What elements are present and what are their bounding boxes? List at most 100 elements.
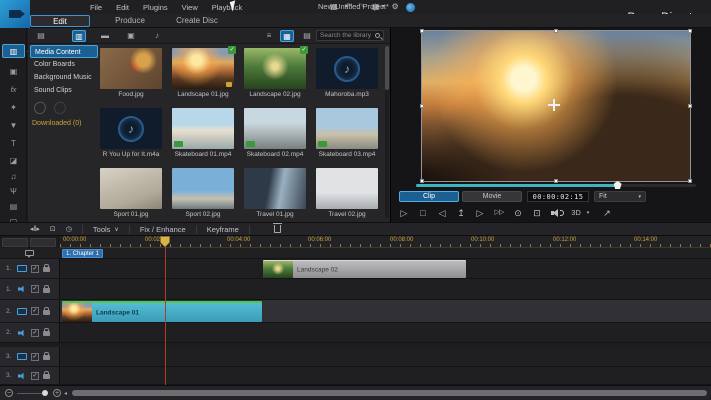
title-room-icon[interactable]: T — [2, 136, 25, 150]
media-item[interactable]: Sport 01.jpg — [98, 165, 164, 225]
menu-plugins[interactable]: Plugins — [143, 3, 168, 12]
view-thumbnail-icon[interactable]: ▦ — [280, 30, 294, 42]
filter-video-icon[interactable]: ▬ — [98, 30, 112, 42]
keyframe-button[interactable]: Keyframe — [207, 225, 239, 234]
3d-mode-button[interactable]: 3D — [571, 206, 581, 220]
track-1-audio[interactable]: 1. — [0, 279, 711, 300]
tools-button[interactable]: Tools ∨ — [93, 225, 119, 234]
track-enable-checkbox[interactable] — [31, 265, 39, 273]
track-3-audio[interactable]: 3. — [0, 367, 711, 385]
category-sound-clips[interactable]: Sound Clips — [30, 84, 98, 97]
3d-caret-icon[interactable]: ▾ — [583, 206, 593, 220]
zoom-out-button[interactable]: − — [5, 389, 13, 397]
templates-room-icon[interactable]: ▣ — [2, 64, 25, 78]
track-1-video[interactable]: 1. Landscape 02 — [0, 259, 711, 279]
snapshot-button[interactable]: ⊙ — [513, 206, 523, 220]
lock-icon[interactable] — [43, 331, 50, 336]
view-list-icon[interactable]: ≡ — [262, 30, 276, 42]
powerdirector-logo-icon[interactable] — [0, 0, 30, 28]
category-background-music[interactable]: Background Music — [30, 71, 98, 84]
category-color-boards[interactable]: Color Boards — [30, 58, 98, 71]
clip-landscape-02[interactable]: Landscape 02 — [263, 260, 466, 278]
fast-forward-button[interactable]: ▷▷ — [494, 206, 504, 220]
category-media-content[interactable]: Media Content — [30, 45, 98, 58]
filter-music-icon[interactable]: ♪ — [150, 30, 164, 42]
zoom-slider-handle[interactable] — [42, 390, 48, 396]
view-detail-icon[interactable]: ▤ — [300, 30, 314, 42]
audio-mixing-room-icon[interactable]: ♫ — [2, 169, 25, 183]
crop-icon[interactable]: ⊡ — [50, 225, 56, 233]
lock-icon[interactable] — [43, 374, 50, 379]
library-panel-icon[interactable]: ▤ — [34, 30, 48, 42]
preview-quality-button[interactable]: ⊡ — [532, 206, 542, 220]
media-item[interactable]: Food.jpg — [98, 45, 164, 105]
previous-frame-button[interactable]: ◁ — [437, 206, 447, 220]
volume-button[interactable] — [551, 208, 562, 217]
track-enable-checkbox[interactable] — [31, 372, 39, 380]
play-button[interactable]: ▷ — [399, 206, 409, 220]
seek-button[interactable]: ↥ — [456, 206, 466, 220]
pip-objects-room-icon[interactable]: ✦ — [2, 100, 25, 114]
chapter-room-icon[interactable]: ▤ — [2, 199, 25, 213]
timecode-display[interactable]: 00:00:02:15 — [527, 191, 589, 202]
media-item[interactable]: Travel 02.jpg — [314, 165, 380, 225]
track-manager-button[interactable] — [2, 238, 28, 247]
particle-room-icon[interactable]: ▼ — [2, 118, 25, 132]
media-item[interactable]: ♪ Mahoroba.mp3 — [314, 45, 380, 105]
tab-edit[interactable]: Edit — [30, 15, 90, 27]
lock-icon[interactable] — [43, 355, 50, 360]
settings-gear-icon[interactable]: ⚙ — [392, 1, 399, 13]
fix-enhance-button[interactable]: Fix / Enhance — [140, 225, 186, 234]
preview-seekbar[interactable] — [416, 184, 696, 187]
next-frame-button[interactable]: ▷ — [475, 206, 485, 220]
timeline-horizontal-scrollbar[interactable] — [72, 390, 707, 396]
lock-icon[interactable] — [43, 267, 50, 272]
stop-button[interactable]: □ — [418, 206, 428, 220]
account-icon[interactable] — [406, 3, 415, 12]
selection-handle[interactable] — [688, 179, 692, 183]
crosshair-center-icon[interactable] — [548, 99, 560, 111]
playhead-line[interactable] — [165, 244, 166, 385]
track-enable-checkbox[interactable] — [31, 329, 39, 337]
media-room-icon[interactable]: ▥ — [2, 44, 25, 58]
track-enable-checkbox[interactable] — [31, 285, 39, 293]
chapter-marker[interactable]: 1. Chapter 1 — [62, 249, 103, 258]
lock-icon[interactable] — [43, 310, 50, 315]
share-preview-button[interactable]: ↗ — [602, 206, 612, 220]
selection-handle[interactable] — [688, 29, 692, 33]
selection-handle[interactable] — [420, 104, 424, 108]
media-item[interactable]: ✓ Landscape 01.jpg — [170, 45, 236, 105]
split-icon[interactable]: ◂‖▸ — [30, 225, 40, 233]
menu-view[interactable]: View — [182, 3, 198, 12]
effect-room-icon[interactable]: fx — [2, 82, 25, 96]
scroll-left-icon[interactable]: ◂ — [64, 390, 67, 397]
track-enable-checkbox[interactable] — [31, 307, 39, 315]
media-item[interactable]: Sport 02.jpg — [170, 165, 236, 225]
media-item[interactable]: Skateboard 02.mp4 — [242, 105, 308, 165]
preview-video-frame[interactable] — [422, 31, 690, 181]
delete-trash-icon[interactable] — [274, 225, 281, 233]
timeline-ruler[interactable]: 00:00:00 00:02:00 00:04:00 00:06:00 00:0… — [60, 236, 711, 248]
selection-handle[interactable] — [420, 179, 424, 183]
track-2-video[interactable]: 2. Landscape 01 — [0, 300, 711, 323]
zoom-fit-dropdown[interactable]: Fit ▾ — [594, 191, 646, 202]
menu-edit[interactable]: Edit — [116, 3, 129, 12]
zoom-in-button[interactable]: + — [53, 389, 61, 397]
track-3-video[interactable]: 3. — [0, 347, 711, 367]
tab-produce[interactable]: Produce — [100, 15, 160, 27]
filter-photo-icon[interactable]: ▣ — [124, 30, 138, 42]
tab-create-disc[interactable]: Create Disc — [164, 15, 230, 27]
transition-room-icon[interactable]: ◪ — [2, 153, 25, 167]
search-input[interactable]: Search the library — [316, 30, 384, 41]
clip-mode-button[interactable]: Clip — [399, 191, 459, 202]
selection-handle[interactable] — [554, 29, 558, 33]
range-select-button[interactable] — [30, 238, 56, 247]
clip-landscape-01-selected[interactable]: Landscape 01 — [62, 301, 262, 322]
duration-icon[interactable]: ◷ — [66, 225, 72, 233]
media-item[interactable]: ♪ R You Up for It.m4a — [98, 105, 164, 165]
track-enable-checkbox[interactable] — [31, 353, 39, 361]
library-scrollbar[interactable] — [385, 46, 389, 218]
selection-handle[interactable] — [688, 104, 692, 108]
media-item[interactable]: Skateboard 03.mp4 — [314, 105, 380, 165]
category-downloaded[interactable]: Downloaded (0) — [32, 120, 81, 127]
